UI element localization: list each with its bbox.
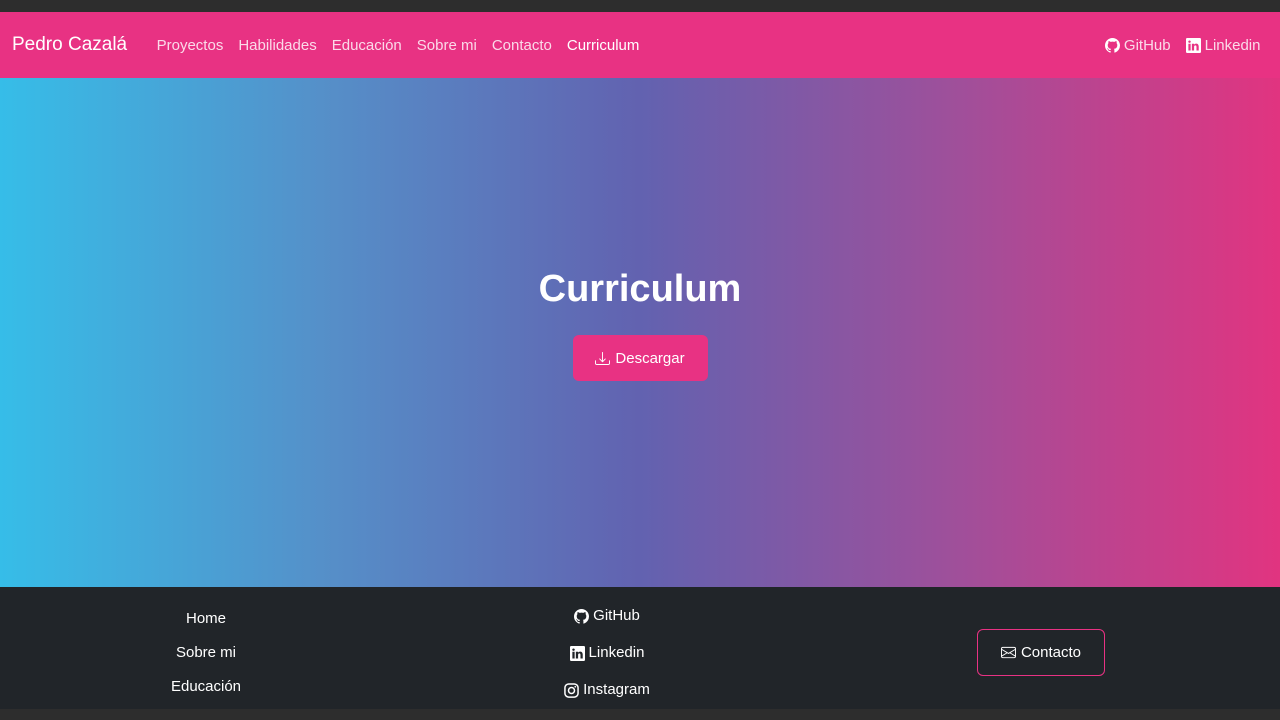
nav-link-contacto[interactable]: Contacto (484, 37, 559, 54)
page-title: Curriculum (538, 268, 742, 310)
download-label: Descargar (615, 349, 685, 367)
footer-github-link[interactable]: GitHub (574, 606, 640, 626)
contact-label: Contacto (1020, 644, 1082, 661)
nav-github-label: GitHub (1123, 36, 1171, 54)
nav-link-educacion[interactable]: Educación (324, 37, 409, 54)
instagram-icon (564, 682, 579, 698)
nav-github-link[interactable]: GitHub (1097, 37, 1178, 54)
footer-instagram-link[interactable]: Instagram (564, 680, 650, 700)
nav-link-sobre-mi[interactable]: Sobre mi (409, 37, 484, 54)
footer-nav: Home Sobre mi Educación (106, 609, 306, 697)
github-icon (574, 608, 590, 624)
footer-social: GitHub Linkedin Instagram (507, 606, 707, 700)
footer-linkedin-link[interactable]: Linkedin (569, 643, 645, 663)
linkedin-icon (1185, 37, 1201, 53)
footer-link-educacion[interactable]: Educación (171, 677, 241, 697)
nav-social-links: GitHub Linkedin (1097, 37, 1268, 54)
nav-link-curriculum[interactable]: Curriculum (559, 37, 647, 54)
brand-link[interactable]: Pedro Cazalá (12, 34, 127, 56)
github-icon (1104, 37, 1120, 53)
nav-linkedin-label: Linkedin (1204, 36, 1261, 54)
window-bottom-bar (0, 709, 1280, 720)
footer-linkedin-label: Linkedin (588, 644, 645, 661)
footer: Home Sobre mi Educación GitHub Linkedin … (0, 587, 1280, 709)
navbar: Pedro Cazalá Proyectos Habilidades Educa… (0, 12, 1280, 78)
linkedin-icon (569, 645, 585, 661)
download-button[interactable]: Descargar (572, 335, 708, 381)
nav-link-proyectos[interactable]: Proyectos (149, 37, 231, 54)
nav-link-habilidades[interactable]: Habilidades (231, 37, 324, 54)
download-icon (595, 351, 611, 366)
footer-link-home[interactable]: Home (186, 609, 226, 629)
envelope-icon (1000, 645, 1016, 660)
contact-button[interactable]: Contacto (977, 629, 1105, 676)
footer-link-sobre-mi[interactable]: Sobre mi (176, 643, 236, 663)
footer-github-label: GitHub (593, 607, 640, 624)
window-top-bar (0, 0, 1280, 12)
nav-linkedin-link[interactable]: Linkedin (1178, 37, 1268, 54)
hero-section: Curriculum Descargar (0, 78, 1280, 587)
footer-instagram-label: Instagram (583, 681, 650, 698)
nav-links: Proyectos Habilidades Educación Sobre mi… (149, 37, 647, 54)
